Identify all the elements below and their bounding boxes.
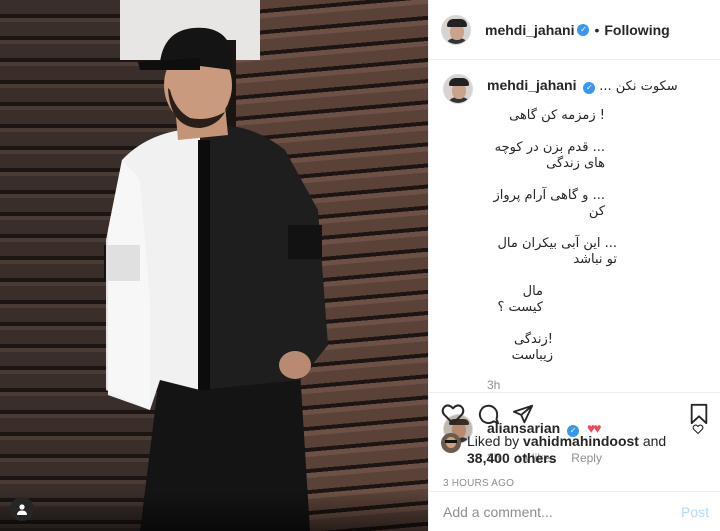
post-photo[interactable]: [0, 0, 428, 531]
comment-icon[interactable]: [477, 403, 500, 426]
liked-by-prefix: Liked by: [467, 433, 520, 449]
following-button[interactable]: Following: [604, 22, 669, 38]
verified-icon: ✓: [583, 82, 596, 94]
comments-list: mehdi_jahani ✓ ... سکوت نکن ! زمزمه کن گ…: [429, 60, 720, 465]
likes-count[interactable]: 38,400 others: [467, 450, 557, 466]
caption: mehdi_jahani ✓ ... سکوت نکن ! زمزمه کن گ…: [443, 74, 704, 392]
liker-username[interactable]: vahidmahindoost: [523, 433, 639, 449]
post-dialog: mehdi_jahani ✓ • Following mehdi_jahani …: [0, 0, 720, 531]
caption-line: مال کیست ؟: [497, 284, 543, 315]
author-username[interactable]: mehdi_jahani: [485, 22, 574, 38]
caption-line: ... سکوت نکن: [599, 79, 678, 94]
add-comment-bar: Post: [429, 491, 720, 531]
person-figure: [104, 27, 328, 531]
comment-input[interactable]: [443, 503, 681, 520]
post-actions: Liked by vahidmahindoost and 38,400 othe…: [429, 392, 720, 489]
caption-line: ... قدم بزن در کوچه های زندگی: [494, 140, 605, 171]
bookmark-icon[interactable]: [689, 403, 709, 425]
liked-by-and: and: [642, 433, 667, 449]
post-timestamp[interactable]: 3 HOURS AGO: [441, 478, 709, 489]
action-icons: [441, 393, 709, 435]
separator-dot: •: [594, 21, 600, 38]
floor-shade: [0, 491, 428, 531]
caption-line: ... این آبی بیکران مال تو نباشد: [497, 236, 617, 267]
verified-icon: ✓: [577, 23, 590, 36]
share-icon[interactable]: [512, 403, 534, 425]
caption-line: ! زمزمه کن گاهی: [509, 108, 605, 123]
caption-body: mehdi_jahani ✓ ... سکوت نکن ! زمزمه کن گ…: [487, 74, 704, 392]
post-header: mehdi_jahani ✓ • Following: [429, 0, 720, 60]
heart-icon[interactable]: [441, 403, 465, 425]
caption-avatar[interactable]: [443, 74, 473, 104]
user-tag-icon[interactable]: [10, 497, 34, 521]
caption-username[interactable]: mehdi_jahani: [487, 77, 576, 93]
author-avatar[interactable]: [441, 14, 471, 45]
caption-line: !زندگی زیباست: [511, 332, 553, 363]
liked-by: Liked by vahidmahindoost and 38,400 othe…: [441, 433, 709, 467]
liker-avatar[interactable]: [441, 433, 461, 453]
caption-line: ... و گاهی آرام پرواز کن: [493, 188, 605, 219]
caption-time[interactable]: 3h: [487, 378, 704, 392]
post-side-panel: mehdi_jahani ✓ • Following mehdi_jahani …: [428, 0, 720, 531]
post-comment-button[interactable]: Post: [681, 504, 709, 520]
